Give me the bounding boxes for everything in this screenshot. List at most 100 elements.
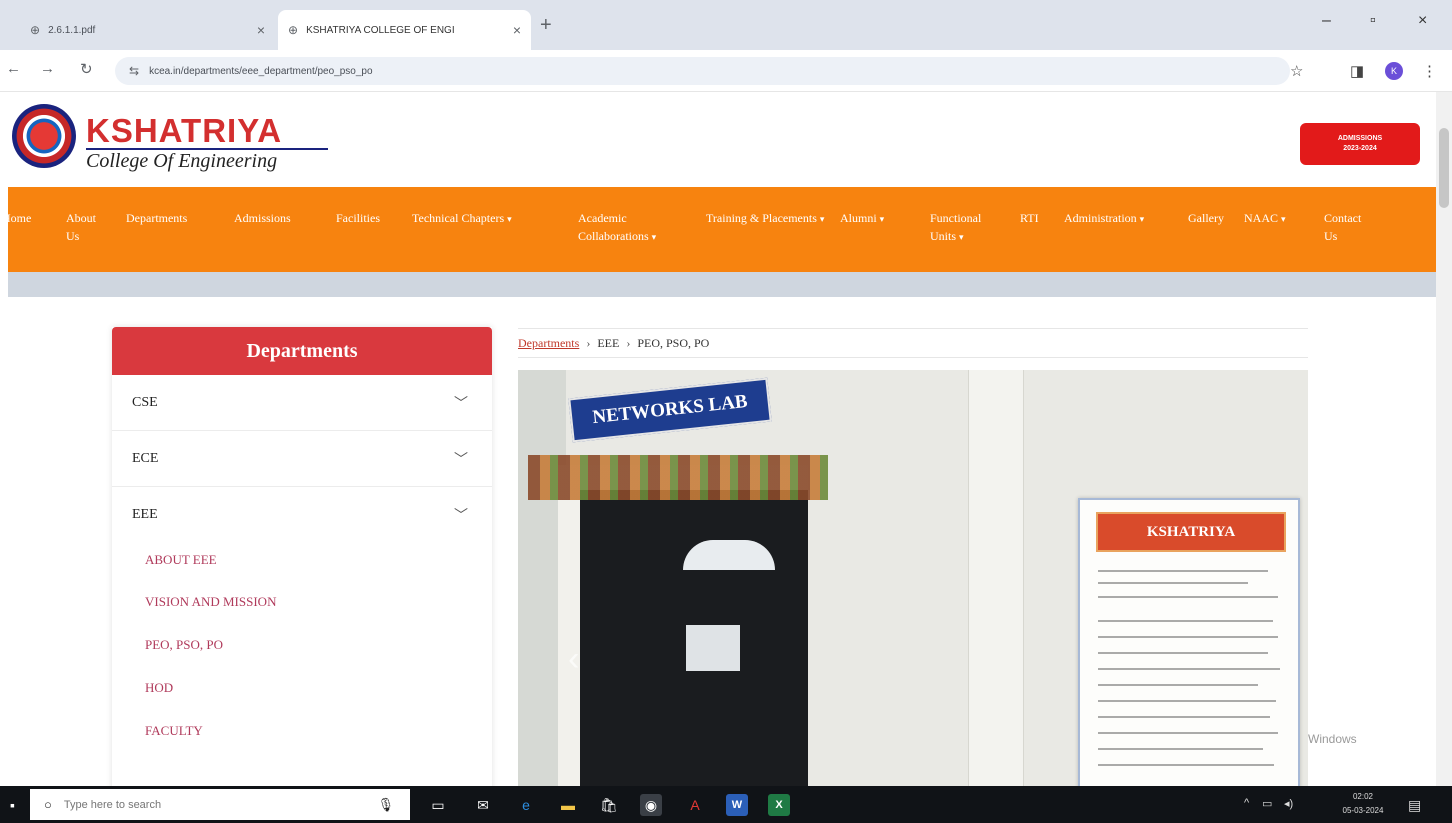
chrome-icon[interactable]: ◉ bbox=[640, 794, 662, 816]
nav-technical-chapters[interactable]: Technical Chapters ▾ bbox=[412, 209, 512, 228]
close-tab-icon[interactable]: × bbox=[513, 22, 521, 38]
clock-date: 05-03-2024 bbox=[1342, 806, 1384, 815]
word-icon[interactable]: W bbox=[726, 794, 748, 816]
header-divider-band bbox=[8, 272, 1436, 297]
clock-time: 02:02 bbox=[1352, 792, 1374, 801]
windows-taskbar: ▪ ○ 🎙 ▭ ✉ e ▬ 🛍 ◉ A W X ^ ▭ ◂) 02:02 05-… bbox=[0, 786, 1452, 823]
browser-tab-bar: ⊕ 2.6.1.1.pdf × ⊕ KSHATRIYA COLLEGE OF E… bbox=[0, 0, 1452, 50]
task-view-icon[interactable]: ▭ bbox=[427, 794, 449, 816]
forward-arrow-icon[interactable]: → bbox=[40, 60, 55, 77]
tray-chevron-up-icon[interactable]: ^ bbox=[1244, 797, 1249, 809]
admissions-label: ADMISSIONS bbox=[1337, 135, 1383, 142]
lab-photo-carousel[interactable]: NETWORKS LAB ‹ KSHATRIYA bbox=[518, 370, 1308, 786]
caret-down-icon: ▾ bbox=[819, 214, 825, 224]
notice-text-line bbox=[1098, 570, 1268, 572]
logo-tagline: College Of Engineering bbox=[86, 150, 278, 172]
main-navigation: Home About Us Departments Admissions Fac… bbox=[2, 187, 1436, 272]
sidebar-item-cse[interactable]: CSE ﹀ bbox=[112, 375, 492, 431]
globe-icon: ⊕ bbox=[30, 23, 41, 37]
mail-icon[interactable]: ✉ bbox=[472, 794, 494, 816]
college-emblem-icon[interactable] bbox=[12, 104, 76, 168]
notice-text-line bbox=[1098, 716, 1270, 718]
carousel-prev-icon[interactable]: ‹ bbox=[568, 640, 579, 679]
nav-functional-units[interactable]: Functional Units ▾ bbox=[930, 209, 1002, 246]
acrobat-icon[interactable]: A bbox=[684, 794, 706, 816]
nav-facilities[interactable]: Facilities bbox=[336, 209, 380, 227]
taskbar-search[interactable]: ○ 🎙 bbox=[30, 789, 410, 820]
minimize-icon[interactable]: – bbox=[1322, 12, 1331, 30]
photo-window bbox=[683, 540, 775, 570]
windows-start-icon[interactable]: ▪ bbox=[10, 797, 15, 813]
breadcrumb-separator-icon: › bbox=[626, 335, 631, 350]
store-icon[interactable]: 🛍 bbox=[598, 794, 620, 816]
close-tab-icon[interactable]: × bbox=[257, 22, 265, 38]
nav-about[interactable]: About Us bbox=[66, 209, 106, 245]
notice-title: KSHATRIYA bbox=[1096, 512, 1286, 552]
restore-icon[interactable]: ▫ bbox=[1370, 12, 1376, 30]
back-arrow-icon[interactable]: ← bbox=[6, 60, 21, 77]
logo-name[interactable]: KSHATRIYA bbox=[86, 112, 282, 150]
tune-icon[interactable]: ⇆ bbox=[129, 64, 139, 78]
sidebar-sub-peo-pso-po[interactable]: PEO, PSO, PO bbox=[145, 637, 223, 653]
url-input[interactable] bbox=[149, 65, 1050, 77]
nav-academic-collaborations[interactable]: Academic Collaborations ▾ bbox=[578, 209, 688, 246]
nav-alumni[interactable]: Alumni ▾ bbox=[840, 209, 884, 228]
sidebar-sub-hod[interactable]: HOD bbox=[145, 680, 173, 696]
breadcrumb-current: PEO, PSO, PO bbox=[637, 335, 710, 350]
url-omnibox[interactable]: ⇆ bbox=[115, 57, 1290, 85]
microphone-icon[interactable]: 🎙 bbox=[377, 797, 394, 813]
caret-down-icon: ▾ bbox=[959, 232, 964, 242]
tab-college[interactable]: ⊕ KSHATRIYA COLLEGE OF ENGI × bbox=[278, 10, 531, 50]
new-tab-icon[interactable]: + bbox=[540, 14, 552, 37]
excel-icon[interactable]: X bbox=[768, 794, 790, 816]
nav-gallery[interactable]: Gallery bbox=[1188, 209, 1224, 227]
reload-icon[interactable]: ↻ bbox=[80, 60, 93, 78]
nav-naac[interactable]: NAAC ▾ bbox=[1244, 209, 1286, 228]
nav-contact[interactable]: Contact Us bbox=[1324, 209, 1374, 245]
notification-icon[interactable]: ▤ bbox=[1408, 797, 1421, 814]
caret-down-icon: ▾ bbox=[1281, 214, 1286, 224]
kebab-menu-icon[interactable]: ⋮ bbox=[1422, 62, 1437, 80]
notice-text-line bbox=[1098, 636, 1278, 638]
sidebar-sub-vision-mission[interactable]: VISION AND MISSION bbox=[145, 594, 276, 610]
taskbar-search-input[interactable] bbox=[63, 798, 344, 811]
breadcrumb: Departments › EEE › PEO, PSO, PO bbox=[518, 328, 1308, 358]
volume-icon[interactable]: ◂) bbox=[1284, 797, 1293, 810]
star-icon[interactable]: ☆ bbox=[1290, 62, 1303, 80]
cortana-ring-icon: ○ bbox=[44, 797, 52, 812]
notice-text-line bbox=[1098, 700, 1276, 702]
nav-home[interactable]: Home bbox=[2, 209, 52, 227]
side-panel-icon[interactable]: ◨ bbox=[1350, 62, 1364, 80]
taskbar-clock[interactable]: 02:02 05-03-2024 bbox=[1338, 790, 1388, 818]
sidebar-sub-about-eee[interactable]: ABOUT EEE bbox=[145, 552, 217, 568]
sidebar-sub-faculty[interactable]: FACULTY bbox=[145, 723, 203, 739]
file-explorer-icon[interactable]: ▬ bbox=[557, 794, 579, 816]
profile-avatar[interactable]: K bbox=[1385, 62, 1403, 80]
nav-rti[interactable]: RTI bbox=[1020, 209, 1039, 227]
nav-admissions[interactable]: Admissions bbox=[234, 209, 291, 227]
sidebar-title: Departments bbox=[112, 327, 492, 375]
tab-pdf[interactable]: ⊕ 2.6.1.1.pdf × bbox=[20, 10, 275, 50]
departments-sidebar: Departments CSE ﹀ ECE ﹀ EEE ﹀ ABOUT EEE … bbox=[112, 327, 492, 786]
caret-down-icon: ▾ bbox=[651, 232, 657, 242]
edge-icon[interactable]: e bbox=[515, 794, 537, 816]
scrollbar-thumb[interactable] bbox=[1439, 128, 1449, 208]
site-header: KSHATRIYA College Of Engineering ADMISSI… bbox=[0, 92, 1436, 187]
network-icon[interactable]: ▭ bbox=[1262, 797, 1272, 810]
sidebar-item-ece[interactable]: ECE ﹀ bbox=[112, 431, 492, 487]
notice-text-line bbox=[1098, 684, 1258, 686]
admissions-button[interactable]: ADMISSIONS 2023-2024 bbox=[1300, 123, 1420, 165]
notice-text-line bbox=[1098, 582, 1248, 584]
photo-toran-decoration bbox=[528, 455, 828, 500]
web-page: KSHATRIYA College Of Engineering ADMISSI… bbox=[0, 92, 1436, 786]
sidebar-item-eee[interactable]: EEE ﹀ bbox=[112, 487, 492, 543]
breadcrumb-departments-link[interactable]: Departments bbox=[518, 336, 579, 351]
admissions-year: 2023-2024 bbox=[1343, 145, 1377, 152]
nav-administration[interactable]: Administration ▾ bbox=[1064, 209, 1144, 228]
close-window-icon[interactable]: × bbox=[1418, 12, 1427, 30]
nav-training-placements[interactable]: Training & Placements ▾ bbox=[706, 209, 826, 228]
page-scrollbar[interactable] bbox=[1436, 92, 1452, 786]
nav-departments[interactable]: Departments bbox=[126, 209, 187, 227]
windows-activation-watermark: Windows bbox=[1308, 732, 1357, 746]
address-bar: ← → ↻ ⇆ ☆ ◨ K ⋮ bbox=[0, 50, 1452, 92]
